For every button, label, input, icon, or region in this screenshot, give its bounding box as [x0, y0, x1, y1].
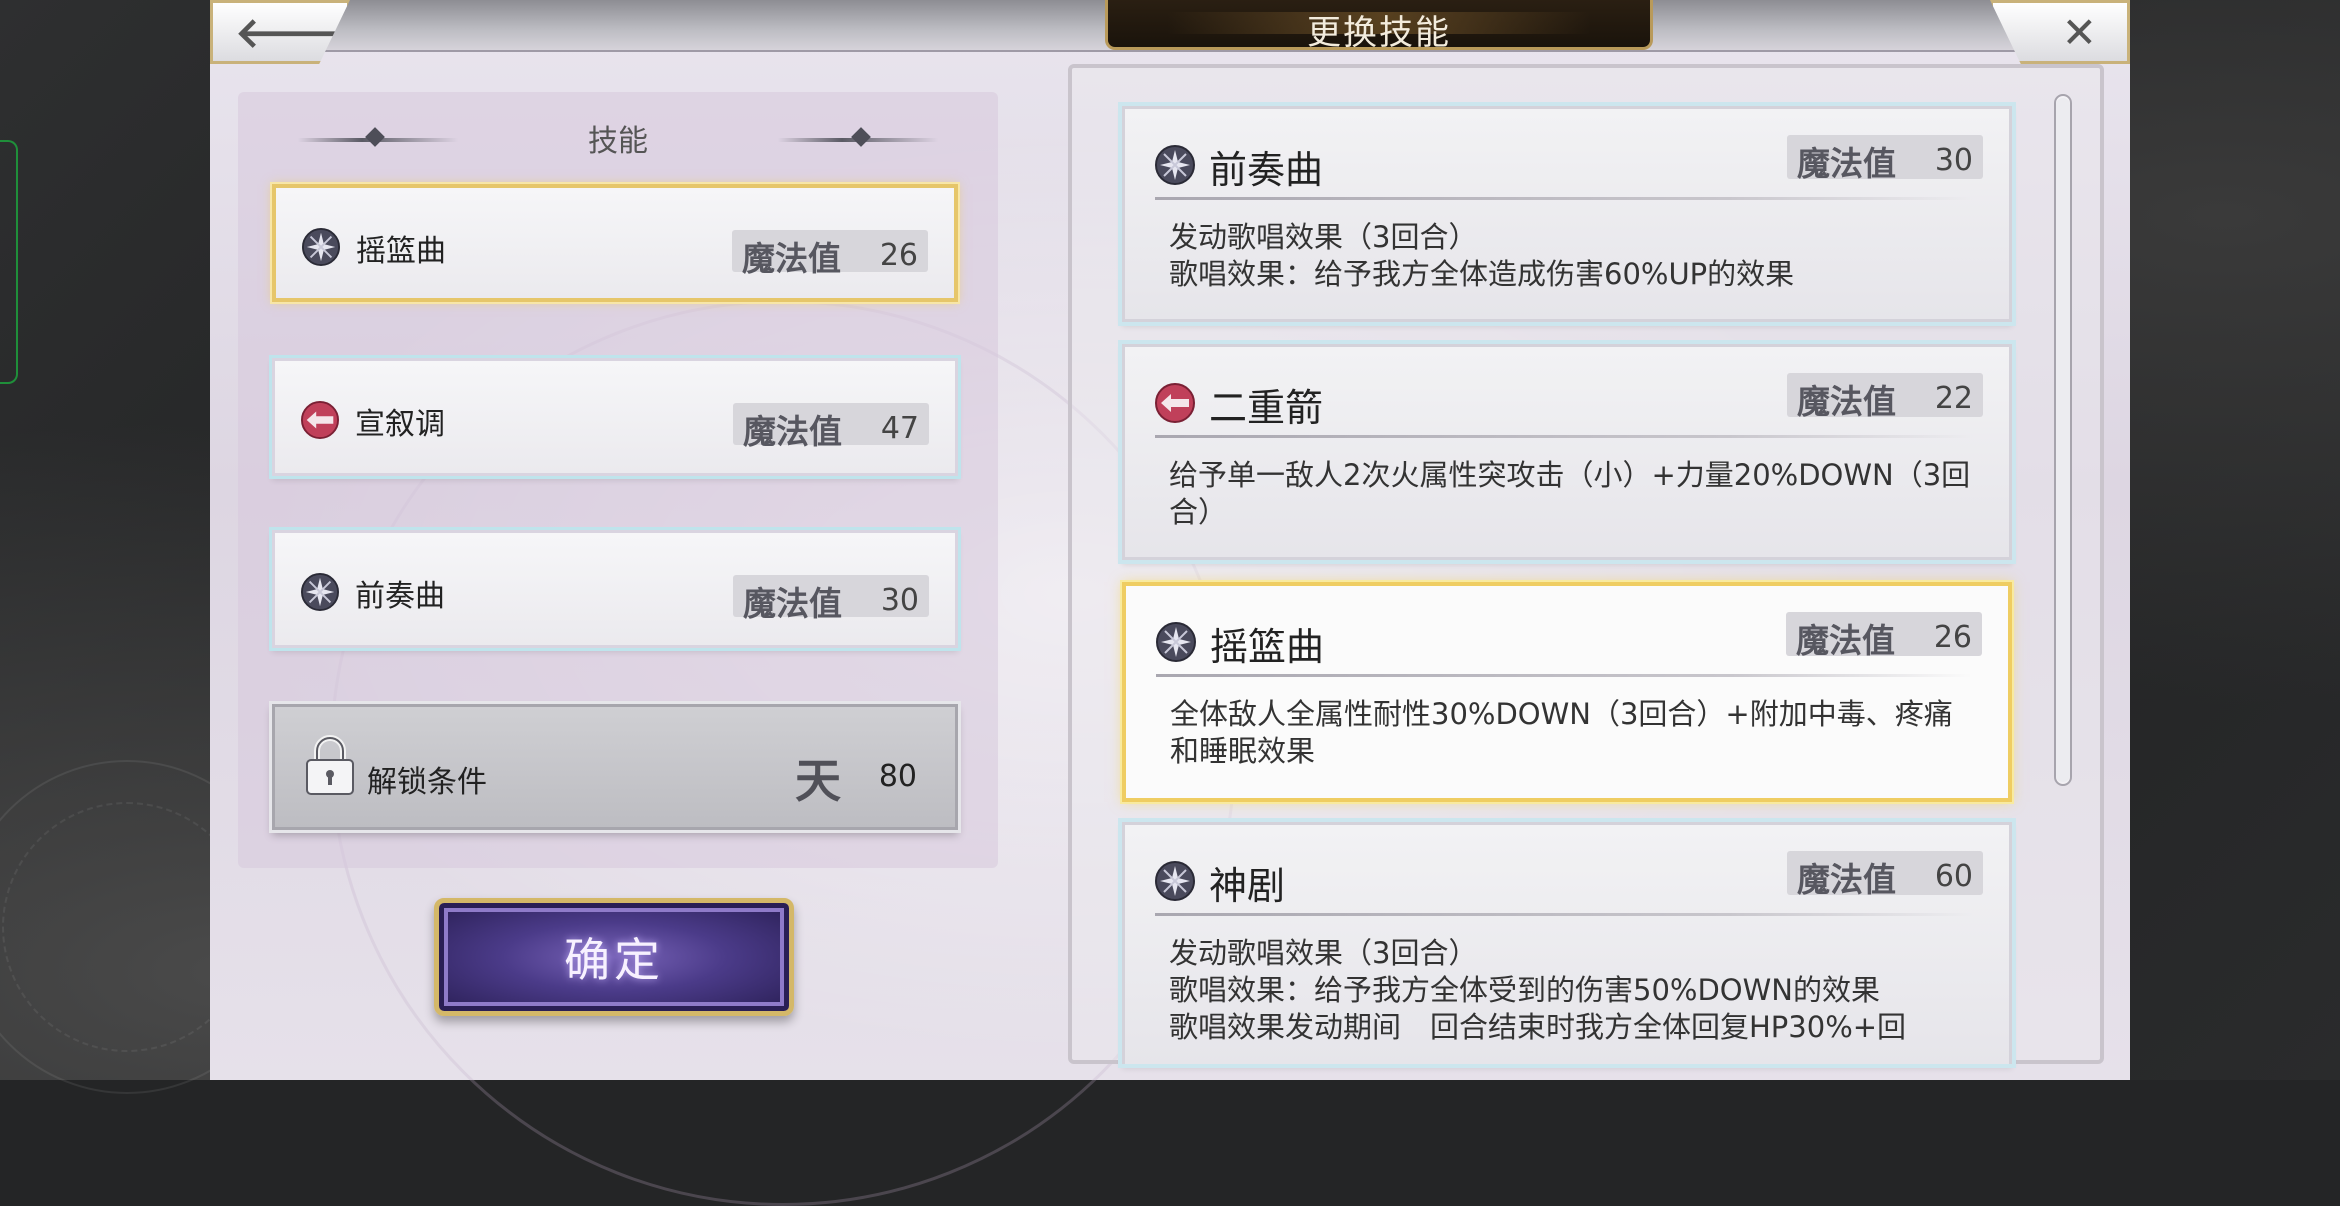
mp-label: 魔法值 — [1797, 382, 1896, 421]
lock-icon — [306, 735, 354, 795]
wind-crystal-icon — [301, 573, 339, 611]
close-icon: ✕ — [2061, 7, 2097, 57]
skill-card-4[interactable]: 神剧 魔法值 60 发动歌唱效果（3回合） 歌唱效果：给予我方全体受到的伤害50… — [1122, 822, 2012, 1064]
skill-name: 摇篮曲 — [1210, 625, 1325, 669]
wind-crystal-icon — [302, 228, 340, 266]
title-plate: 更换技能 — [1105, 0, 1653, 53]
heaven-rank-icon: 天 — [795, 754, 841, 808]
mp-value: 26 — [1933, 620, 1972, 655]
fire-arrow-icon — [301, 401, 339, 439]
mp-value: 30 — [1934, 143, 1973, 178]
unlock-condition-label: 解锁条件 — [367, 765, 487, 800]
skill-slot-name: 前奏曲 — [355, 579, 445, 614]
skill-slot-2[interactable]: 宣叙调 魔法值 47 — [272, 358, 958, 476]
wind-crystal-icon — [1155, 861, 1195, 901]
mp-cost: 魔法值 30 — [1787, 135, 1983, 183]
mp-value: 47 — [880, 411, 919, 446]
window-title: 更换技能 — [1307, 13, 1451, 53]
back-button[interactable]: 🡐 — [210, 0, 350, 64]
mp-cost: 魔法值 26 — [1786, 612, 1982, 660]
mp-label: 魔法值 — [1797, 144, 1896, 183]
skill-description: 全体敌人全属性耐性30%DOWN（3回合）+附加中毒、疼痛和睡眠效果 — [1170, 697, 1953, 768]
skill-slot-3[interactable]: 前奏曲 魔法值 30 — [272, 530, 958, 648]
skill-name: 前奏曲 — [1209, 148, 1324, 192]
card-divider — [1155, 197, 1973, 200]
wind-crystal-icon — [1156, 622, 1196, 662]
confirm-label: 确定 — [564, 933, 664, 987]
card-divider — [1156, 674, 1972, 677]
wind-crystal-icon — [1155, 145, 1195, 185]
mp-label: 魔法值 — [742, 239, 841, 278]
close-button[interactable]: ✕ — [1990, 0, 2130, 64]
mp-label: 魔法值 — [743, 584, 842, 623]
skill-slot-name: 摇篮曲 — [356, 234, 446, 269]
skill-card-1[interactable]: 前奏曲 魔法值 30 发动歌唱效果（3回合） 歌唱效果：给予我方全体造成伤害60… — [1122, 106, 2012, 322]
locked-skill-slot[interactable]: 解锁条件 天 80 — [272, 704, 958, 830]
skill-name: 二重箭 — [1209, 386, 1324, 430]
confirm-button[interactable]: 确定 — [434, 898, 794, 1016]
mp-label: 魔法值 — [1797, 860, 1896, 899]
mp-label: 魔法值 — [1796, 621, 1895, 660]
skill-description: 给予单一敌人2次火属性突攻击（小）+力量20%DOWN（3回合） — [1169, 458, 1971, 529]
skill-description: 发动歌唱效果（3回合） 歌唱效果：给予我方全体造成伤害60%UP的效果 — [1169, 220, 1795, 291]
mp-value: 30 — [880, 583, 919, 618]
mp-value: 60 — [1934, 859, 1973, 894]
equipped-skills-panel: 技能 摇篮曲 魔法值 26 宣叙调 魔法值 47 前奏曲 魔法值 30 解锁条件… — [238, 92, 998, 868]
skill-slot-1[interactable]: 摇篮曲 魔法值 26 — [272, 184, 958, 302]
mp-cost: 魔法值 22 — [1787, 373, 1983, 421]
skill-list-panel[interactable]: 前奏曲 魔法值 30 发动歌唱效果（3回合） 歌唱效果：给予我方全体造成伤害60… — [1068, 64, 2104, 1064]
scrollbar-thumb[interactable] — [2056, 98, 2070, 782]
skill-change-window: 更换技能 🡐 ✕ 技能 摇篮曲 魔法值 26 宣叙调 魔法值 47 前奏曲 魔法… — [210, 0, 2130, 1206]
mp-label: 魔法值 — [743, 412, 842, 451]
mp-value: 26 — [879, 238, 918, 273]
skill-card-2[interactable]: 二重箭 魔法值 22 给予单一敌人2次火属性突攻击（小）+力量20%DOWN（3… — [1122, 344, 2012, 560]
card-divider — [1155, 913, 1973, 916]
panel-header: 技能 — [588, 124, 648, 159]
card-divider — [1155, 435, 1973, 438]
skill-slot-name: 宣叙调 — [355, 407, 445, 442]
side-indicator — [0, 140, 18, 384]
unlock-requirement-value: 80 — [878, 759, 917, 794]
mp-cost: 魔法值 47 — [733, 403, 929, 451]
skill-description: 发动歌唱效果（3回合） 歌唱效果：给予我方全体受到的伤害50%DOWN的效果 歌… — [1169, 936, 1907, 1044]
skill-card-3[interactable]: 摇篮曲 魔法值 26 全体敌人全属性耐性30%DOWN（3回合）+附加中毒、疼痛… — [1122, 582, 2012, 802]
mp-cost: 魔法值 26 — [732, 230, 928, 278]
mp-value: 22 — [1934, 381, 1973, 416]
mp-cost: 魔法值 60 — [1787, 851, 1983, 899]
skill-name: 神剧 — [1209, 864, 1286, 908]
fire-arrow-icon — [1155, 383, 1195, 423]
mp-cost: 魔法值 30 — [733, 575, 929, 623]
